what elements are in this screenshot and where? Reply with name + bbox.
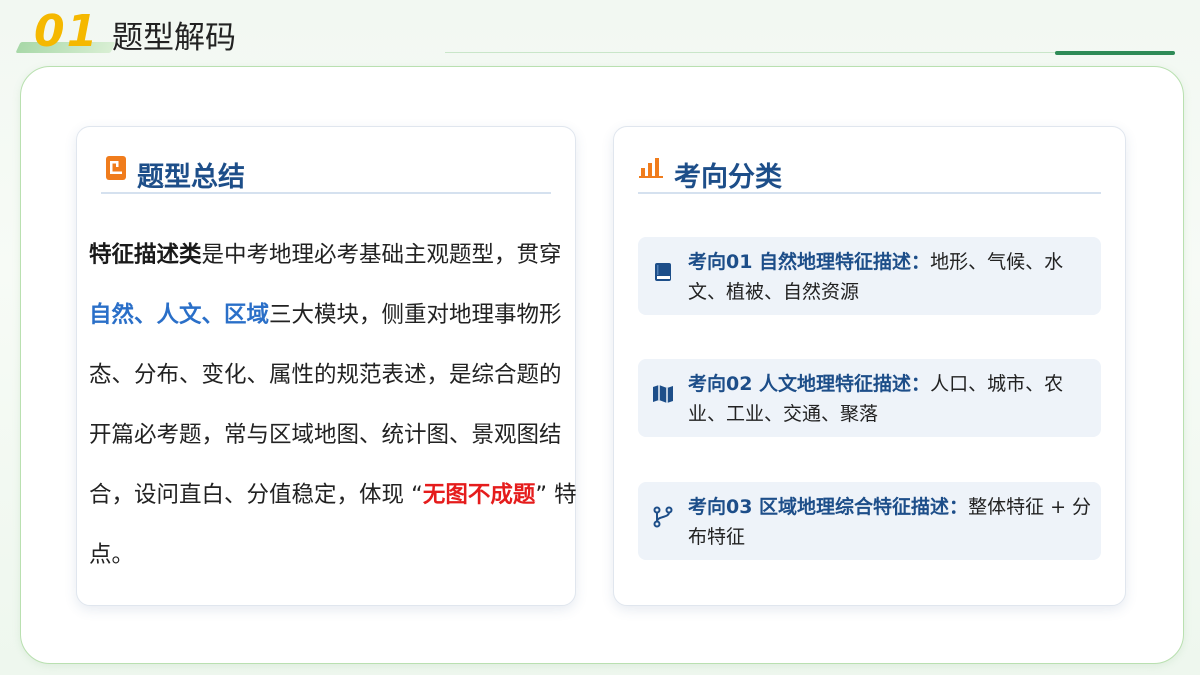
direction-item-label: 考向02 人文地理特征描述：	[688, 373, 931, 395]
direction-card-title: 考向分类	[674, 162, 782, 193]
map-icon	[652, 383, 674, 405]
direction-card: 考向分类 考向01 自然地理特征描述：地形、气候、水文、植被、自然资源 考向02…	[613, 126, 1126, 606]
direction-item-02: 考向02 人文地理特征描述：人口、城市、农业、工业、交通、聚落	[638, 359, 1101, 437]
header-accent-line	[1055, 51, 1175, 55]
direction-item-01: 考向01 自然地理特征描述：地形、气候、水文、植被、自然资源	[638, 237, 1101, 315]
document-icon	[105, 155, 127, 185]
paragraph-text-1: 是中考地理必考基础主观题型，贯穿	[201, 242, 562, 268]
direction-item-text: 考向01 自然地理特征描述：地形、气候、水文、植被、自然资源	[688, 247, 1092, 307]
highlight-modules: 自然、人文、区域	[89, 302, 270, 328]
summary-card-title: 题型总结	[137, 162, 245, 193]
summary-paragraph: 特征描述类是中考地理必考基础主观题型，贯穿自然、人文、区域三大模块，侧重对地理事…	[89, 225, 579, 585]
highlight-type: 特征描述类	[89, 242, 202, 268]
direction-item-label: 考向01 自然地理特征描述：	[688, 251, 931, 273]
summary-card: 题型总结 特征描述类是中考地理必考基础主观题型，贯穿自然、人文、区域三大模块，侧…	[76, 126, 579, 606]
direction-card-divider	[638, 192, 1101, 194]
section-number: 01	[34, 6, 100, 57]
branch-icon	[652, 506, 674, 528]
book-icon	[652, 261, 674, 283]
highlight-feature: 无图不成题	[422, 482, 536, 508]
direction-item-03: 考向03 区域地理综合特征描述：整体特征 + 分布特征	[638, 482, 1101, 560]
slide-header: 01 题型解码	[0, 0, 1200, 62]
direction-item-text: 考向02 人文地理特征描述：人口、城市、农业、工业、交通、聚落	[688, 369, 1092, 429]
header-divider	[445, 52, 1057, 53]
direction-item-text: 考向03 区域地理综合特征描述：整体特征 + 分布特征	[688, 492, 1092, 552]
page-title: 题型解码	[112, 20, 236, 56]
direction-item-label: 考向03 区域地理综合特征描述：	[688, 496, 969, 518]
summary-card-divider	[101, 192, 551, 194]
bar-chart-icon	[639, 155, 665, 183]
paragraph-text-2: 三大模块，侧重对地理事物形态、分布、变化、属性的规范表述，是综合题的开篇必考题，…	[89, 302, 562, 508]
